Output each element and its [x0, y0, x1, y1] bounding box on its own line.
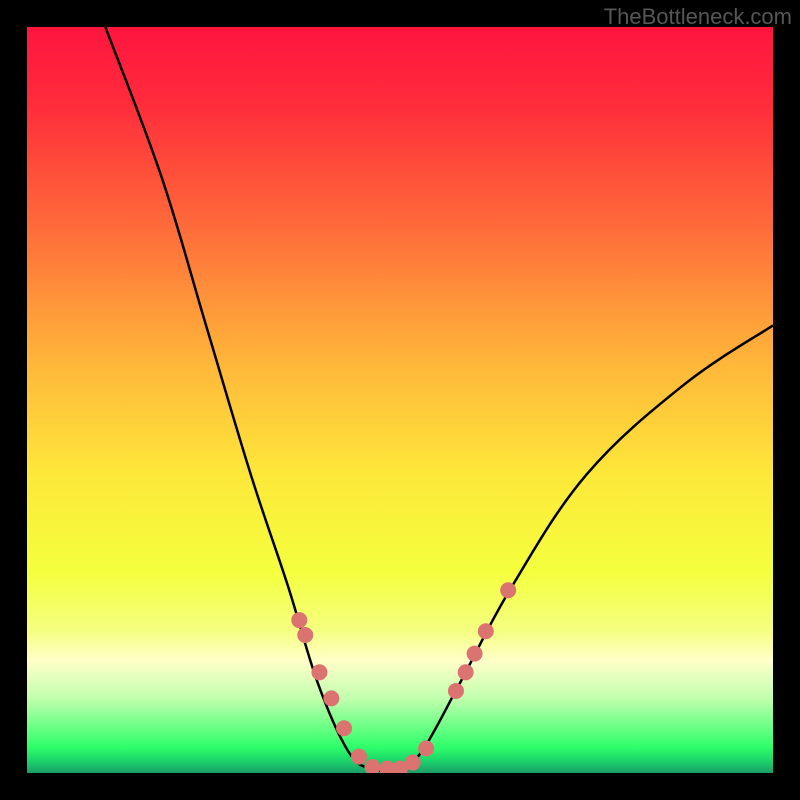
curve-marker [336, 720, 352, 736]
curve-marker [458, 664, 474, 680]
curve-marker [448, 683, 464, 699]
curve-marker [418, 740, 434, 756]
curve-layer [27, 27, 773, 773]
curve-markers [291, 582, 516, 773]
curve-marker [405, 755, 421, 771]
curve-marker [500, 582, 516, 598]
plot-area [27, 27, 773, 773]
curve-marker [364, 759, 380, 773]
curve-marker [323, 690, 339, 706]
curve-marker [351, 749, 367, 765]
curve-marker [311, 664, 327, 680]
bottleneck-curve [105, 27, 773, 771]
curve-marker [478, 623, 494, 639]
chart-container: TheBottleneck.com [0, 0, 800, 800]
curve-marker [297, 627, 313, 643]
attribution-text: TheBottleneck.com [604, 4, 792, 30]
curve-marker [291, 612, 307, 628]
curve-marker [467, 646, 483, 662]
